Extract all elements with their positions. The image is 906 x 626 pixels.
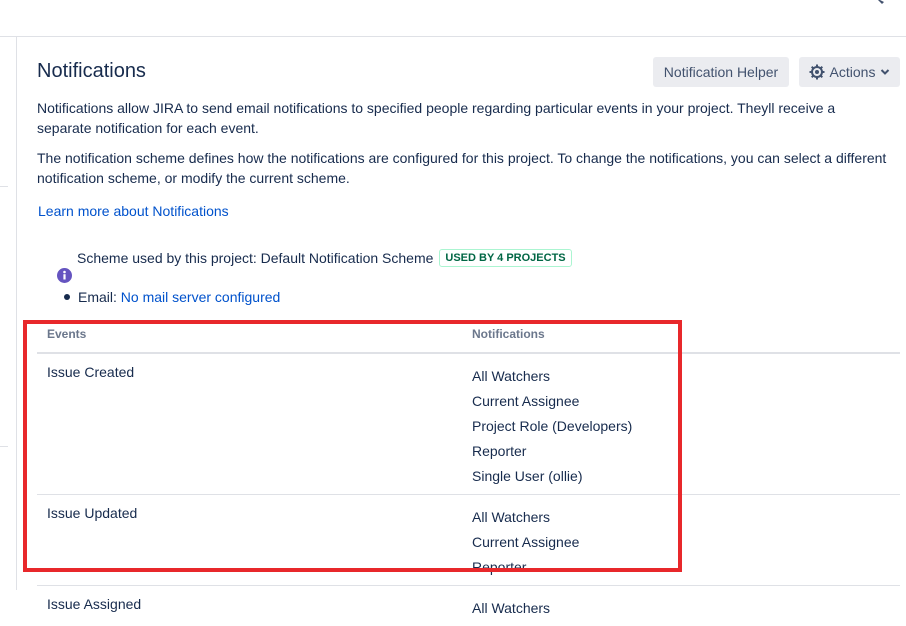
table-header: Events Notifications (37, 318, 900, 354)
notification-item: Single User (ollie) (472, 468, 583, 484)
page-title: Notifications (37, 60, 146, 82)
notification-list: All Watchers Current Assignee Project Ro… (472, 354, 900, 494)
sidebar-edge (0, 37, 17, 590)
arrow-icon[interactable] (874, 0, 886, 8)
sidebar-divider (0, 186, 8, 187)
scheme-label: Scheme used by this project: Default Not… (77, 250, 434, 266)
actions-label: Actions (829, 64, 876, 80)
scheme-info: Scheme used by this project: Default Not… (77, 249, 572, 267)
sidebar-divider (0, 446, 8, 447)
notification-item: Reporter (472, 443, 527, 459)
event-name: Issue Assigned (47, 596, 142, 612)
top-bar (0, 0, 906, 37)
notification-item: Reporter (472, 559, 527, 575)
notification-item: All Watchers (472, 600, 551, 616)
notification-item: All Watchers (472, 509, 551, 525)
table-row: Issue Updated All Watchers Current Assig… (37, 495, 900, 586)
table-row: Issue Created All Watchers Current Assig… (37, 354, 900, 495)
event-name: Issue Created (47, 364, 135, 380)
email-info: Email: No mail server configured (64, 289, 280, 305)
table-row: Issue Assigned All Watchers (37, 586, 900, 626)
notification-item: All Watchers (472, 368, 551, 384)
mail-server-link[interactable]: No mail server configured (121, 289, 281, 305)
notifications-column-header: Notifications (472, 327, 545, 341)
actions-button[interactable]: Actions (799, 57, 900, 87)
chevron-down-icon (881, 69, 890, 75)
info-icon[interactable] (57, 268, 72, 283)
notification-list: All Watchers Current Assignee Reporter (472, 495, 900, 585)
scheme-description-paragraph: The notification scheme defines how the … (37, 150, 887, 186)
notification-helper-button[interactable]: Notification Helper (653, 57, 789, 87)
gear-icon (809, 64, 825, 80)
learn-more-link[interactable]: Learn more about Notifications (38, 203, 229, 219)
notification-item: Current Assignee (472, 534, 580, 550)
events-column-header: Events (47, 327, 87, 341)
event-name: Issue Updated (47, 505, 138, 521)
bullet-icon (64, 294, 70, 300)
description-paragraph: Notifications allow JIRA to send email n… (37, 100, 836, 136)
notification-item: Project Role (Developers) (472, 418, 633, 434)
email-label: Email: (78, 289, 117, 305)
notifications-table: Events Notifications Issue Created All W… (37, 318, 900, 626)
notification-item: Current Assignee (472, 393, 580, 409)
notification-list: All Watchers (472, 586, 900, 626)
used-by-badge[interactable]: USED BY 4 PROJECTS (439, 249, 572, 267)
